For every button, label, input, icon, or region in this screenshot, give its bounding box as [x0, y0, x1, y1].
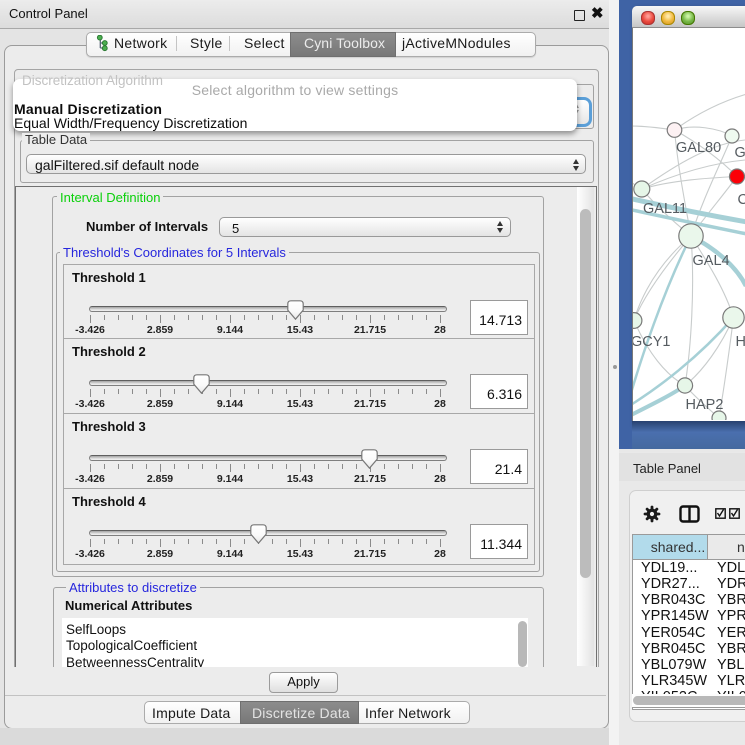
svg-text:G.: G.	[735, 145, 745, 161]
svg-text:H: H	[736, 334, 745, 350]
svg-text:C: C	[738, 192, 745, 208]
svg-text:GCY1: GCY1	[633, 334, 671, 350]
svg-text:HAP2: HAP2	[686, 397, 724, 413]
svg-text:GAL80: GAL80	[676, 140, 721, 156]
svg-text:GAL11: GAL11	[643, 201, 687, 217]
svg-text:GAL4: GAL4	[693, 253, 730, 269]
